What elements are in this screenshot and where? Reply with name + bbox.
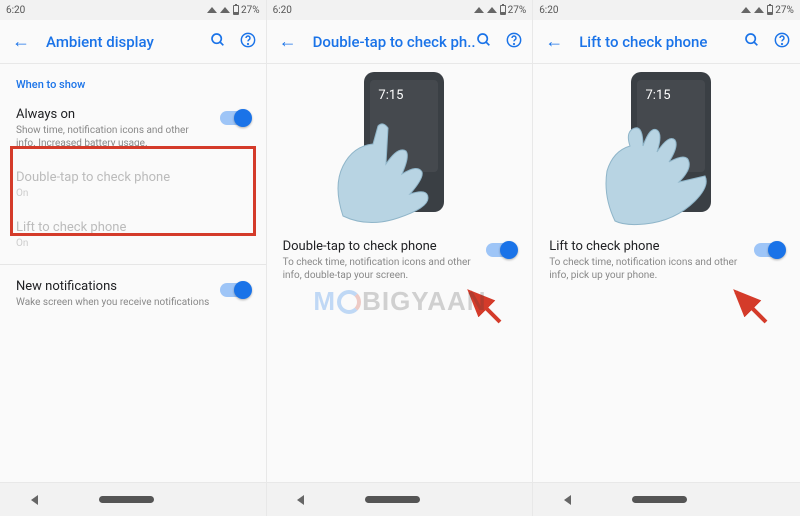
- setting-subtitle: On: [16, 187, 250, 200]
- setting-subtitle: Show time, notification icons and other …: [16, 124, 210, 150]
- toggle-lift[interactable]: [754, 243, 784, 257]
- setting-double-tap-toggle[interactable]: Double-tap to check phone To check time,…: [267, 229, 533, 292]
- nav-back-icon[interactable]: [297, 495, 304, 505]
- battery-percent: 27%: [508, 5, 527, 16]
- status-time: 6:20: [273, 5, 292, 16]
- illustration-phone-time: 7:15: [378, 88, 403, 103]
- back-button[interactable]: ←: [277, 31, 299, 52]
- toggle-double-tap[interactable]: [486, 243, 516, 257]
- battery-icon: [500, 5, 506, 15]
- status-time: 6:20: [539, 5, 558, 16]
- signal-icon: [487, 7, 497, 13]
- app-bar: ← Double-tap to check ph..: [267, 20, 533, 64]
- illustration-phone-time: 7:15: [645, 88, 670, 103]
- nav-back-icon[interactable]: [31, 495, 38, 505]
- setting-new-notifications[interactable]: New notifications Wake screen when you r…: [0, 269, 266, 319]
- app-bar: ← Ambient display: [0, 20, 266, 64]
- back-button[interactable]: ←: [10, 31, 32, 52]
- illustration-hand: [595, 116, 715, 226]
- section-header-when-to-show: When to show: [0, 64, 266, 97]
- illustration-hand: [328, 116, 448, 226]
- help-icon[interactable]: [240, 32, 256, 52]
- setting-subtitle: On: [16, 237, 250, 250]
- status-bar: 6:20 27%: [533, 0, 800, 20]
- settings-list: When to show Always on Show time, notifi…: [0, 64, 266, 482]
- battery-indicator: 27%: [233, 5, 260, 16]
- nav-bar: [0, 482, 266, 516]
- panel-lift: 6:20 27% ← Lift to check phone: [533, 0, 800, 516]
- setting-double-tap[interactable]: Double-tap to check phone On: [0, 160, 266, 210]
- toggle-new-notifications[interactable]: [220, 283, 250, 297]
- setting-always-on[interactable]: Always on Show time, notification icons …: [0, 97, 266, 160]
- nav-home-pill[interactable]: [632, 496, 687, 503]
- status-bar: 6:20 27%: [267, 0, 533, 20]
- wifi-icon: [207, 7, 217, 13]
- search-icon[interactable]: [476, 32, 492, 52]
- signal-icon: [754, 7, 764, 13]
- battery-percent: 27%: [241, 5, 260, 16]
- back-button[interactable]: ←: [543, 31, 565, 52]
- setting-lift-toggle[interactable]: Lift to check phone To check time, notif…: [533, 229, 800, 292]
- setting-title: Lift to check phone: [16, 220, 250, 235]
- signal-icon: [220, 7, 230, 13]
- setting-title: Double-tap to check phone: [283, 239, 477, 254]
- setting-subtitle: Wake screen when you receive notificatio…: [16, 296, 210, 309]
- panel-double-tap: 6:20 27% ← Double-tap to check ph..: [267, 0, 534, 516]
- setting-subtitle: To check time, notification icons and ot…: [283, 256, 477, 282]
- nav-back-icon[interactable]: [564, 495, 571, 505]
- battery-indicator: 27%: [500, 5, 527, 16]
- page-title: Lift to check phone: [579, 33, 744, 51]
- setting-title: Always on: [16, 107, 210, 122]
- battery-icon: [767, 5, 773, 15]
- setting-title: Lift to check phone: [549, 239, 744, 254]
- setting-lift[interactable]: Lift to check phone On: [0, 210, 266, 260]
- status-time: 6:20: [6, 5, 25, 16]
- setting-title: Double-tap to check phone: [16, 170, 250, 185]
- wifi-icon: [474, 7, 484, 13]
- setting-subtitle: To check time, notification icons and ot…: [549, 256, 744, 282]
- battery-indicator: 27%: [767, 5, 794, 16]
- nav-bar: [267, 482, 533, 516]
- help-icon[interactable]: [506, 32, 522, 52]
- panel-ambient-display: 6:20 27% ← Ambient display: [0, 0, 267, 516]
- search-icon[interactable]: [744, 32, 760, 52]
- illustration-lift: 7:15: [533, 64, 800, 229]
- setting-title: New notifications: [16, 279, 210, 294]
- status-bar: 6:20 27%: [0, 0, 266, 20]
- content: 7:15 Lift to check phone To check time, …: [533, 64, 800, 482]
- help-icon[interactable]: [774, 32, 790, 52]
- divider: [0, 264, 266, 265]
- nav-bar: [533, 482, 800, 516]
- illustration-double-tap: 7:15: [267, 64, 533, 229]
- toggle-always-on[interactable]: [220, 111, 250, 125]
- page-title: Ambient display: [46, 33, 210, 51]
- wifi-icon: [741, 7, 751, 13]
- search-icon[interactable]: [210, 32, 226, 52]
- page-title: Double-tap to check ph..: [313, 33, 477, 51]
- app-bar: ← Lift to check phone: [533, 20, 800, 64]
- content: 7:15 Double-tap to check phone To check …: [267, 64, 533, 482]
- battery-percent: 27%: [775, 5, 794, 16]
- battery-icon: [233, 5, 239, 15]
- nav-home-pill[interactable]: [99, 496, 154, 503]
- nav-home-pill[interactable]: [365, 496, 420, 503]
